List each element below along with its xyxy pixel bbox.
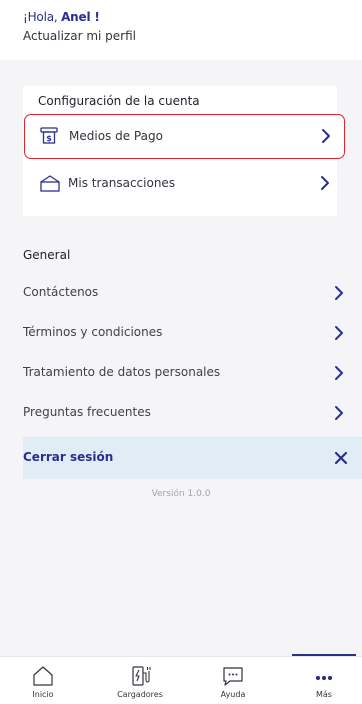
greeting: ¡Hola, Anel !	[23, 10, 100, 24]
svg-text:$: $	[46, 134, 52, 143]
terms-row[interactable]: Términos y condiciones	[0, 313, 362, 353]
charger-icon	[132, 666, 151, 686]
general-section-title: General	[23, 248, 71, 262]
chevron-right-icon	[322, 129, 330, 143]
payment-methods-row[interactable]: $ Medios de Pago	[24, 114, 345, 159]
update-profile-link[interactable]: Actualizar mi perfil	[23, 29, 136, 43]
nav-help-label: Ayuda	[220, 690, 246, 699]
chevron-right-icon	[335, 366, 343, 380]
nav-chargers[interactable]: Cargadores	[105, 657, 175, 704]
profile-header: ¡Hola, Anel ! Actualizar mi perfil	[0, 0, 362, 60]
personal-data-label: Tratamiento de datos personales	[23, 365, 221, 379]
logout-label: Cerrar sesión	[23, 450, 114, 464]
account-settings-card: Configuración de la cuenta $ Medios de P…	[23, 86, 345, 216]
chevron-right-icon	[335, 406, 343, 420]
chevron-right-icon	[335, 326, 343, 340]
logout-button[interactable]: Cerrar sesión	[23, 437, 362, 479]
contact-row[interactable]: Contáctenos	[0, 273, 362, 313]
faq-row[interactable]: Preguntas frecuentes	[0, 393, 362, 433]
nav-chargers-label: Cargadores	[117, 690, 163, 699]
user-name: Anel !	[61, 10, 100, 24]
transactions-row[interactable]: Mis transacciones	[24, 164, 345, 204]
more-dots-icon	[315, 675, 333, 681]
transactions-label: Mis transacciones	[68, 176, 176, 190]
contact-label: Contáctenos	[23, 285, 99, 299]
home-icon	[33, 666, 53, 686]
account-settings-title: Configuración de la cuenta	[38, 94, 200, 108]
nav-more[interactable]: Más	[289, 657, 359, 704]
payment-card-icon: $	[40, 127, 58, 144]
nav-more-label: Más	[316, 690, 332, 699]
payment-methods-label: Medios de Pago	[69, 129, 163, 143]
chat-icon	[223, 667, 243, 686]
nav-home-label: Inicio	[32, 690, 54, 699]
nav-help[interactable]: Ayuda	[198, 657, 268, 704]
personal-data-row[interactable]: Tratamiento de datos personales	[0, 353, 362, 393]
faq-label: Preguntas frecuentes	[23, 405, 151, 419]
chevron-right-icon	[335, 286, 343, 300]
close-icon	[334, 451, 348, 465]
terms-label: Términos y condiciones	[23, 325, 163, 339]
nav-home[interactable]: Inicio	[8, 657, 78, 704]
app-version: Versión 1.0.0	[151, 489, 211, 499]
bottom-navigation: Inicio Cargadores Ayuda Más	[0, 656, 362, 704]
greeting-prefix: ¡Hola,	[23, 10, 62, 24]
transactions-icon	[40, 175, 60, 192]
chevron-right-icon	[321, 176, 329, 190]
